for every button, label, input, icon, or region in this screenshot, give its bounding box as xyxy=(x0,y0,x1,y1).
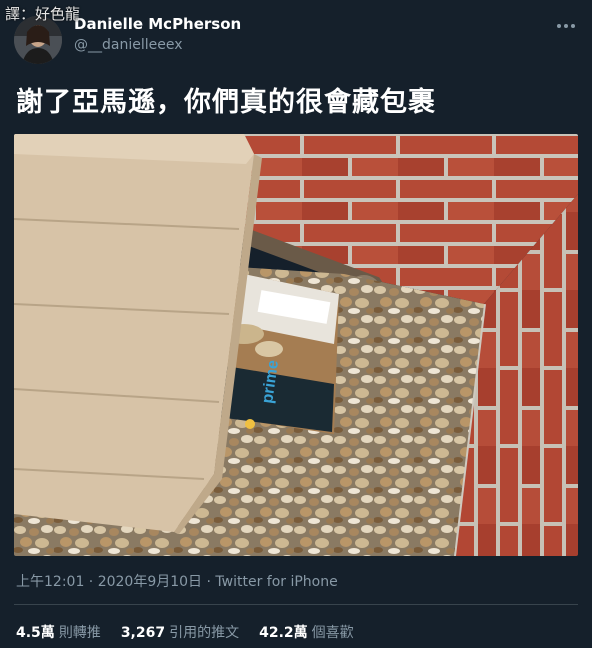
likes-stat[interactable]: 42.2萬 個喜歡 xyxy=(259,622,354,642)
tweet-stats: 4.5萬 則轉推 3,267 引用的推文 42.2萬 個喜歡 xyxy=(16,622,354,642)
divider xyxy=(14,604,578,605)
quotes-label: 引用的推文 xyxy=(169,625,240,641)
more-dots-icon[interactable] xyxy=(554,14,578,38)
retweets-count: 4.5萬 xyxy=(16,625,55,641)
likes-label: 個喜歡 xyxy=(311,625,354,641)
likes-count: 42.2萬 xyxy=(259,625,308,641)
tweet-photo[interactable]: prime xyxy=(14,134,578,556)
photo-illustration: prime xyxy=(14,134,578,556)
quotes-count: 3,267 xyxy=(120,625,166,641)
author-display-name[interactable]: Danielle McPherson xyxy=(74,15,241,33)
tweet-timestamp[interactable]: 上午12:01 · 2020年9月10日 · Twitter for iPhon… xyxy=(16,571,338,591)
retweets-stat[interactable]: 4.5萬 則轉推 xyxy=(16,622,101,642)
translator-watermark: 譯：好色龍 xyxy=(5,5,81,23)
quotes-stat[interactable]: 3,267 引用的推文 xyxy=(121,622,239,642)
tweet-text: 謝了亞馬遜，你們真的很會藏包裹 xyxy=(16,87,436,118)
retweets-label: 則轉推 xyxy=(58,625,101,641)
author-handle[interactable]: @__danielleeex xyxy=(74,37,183,53)
